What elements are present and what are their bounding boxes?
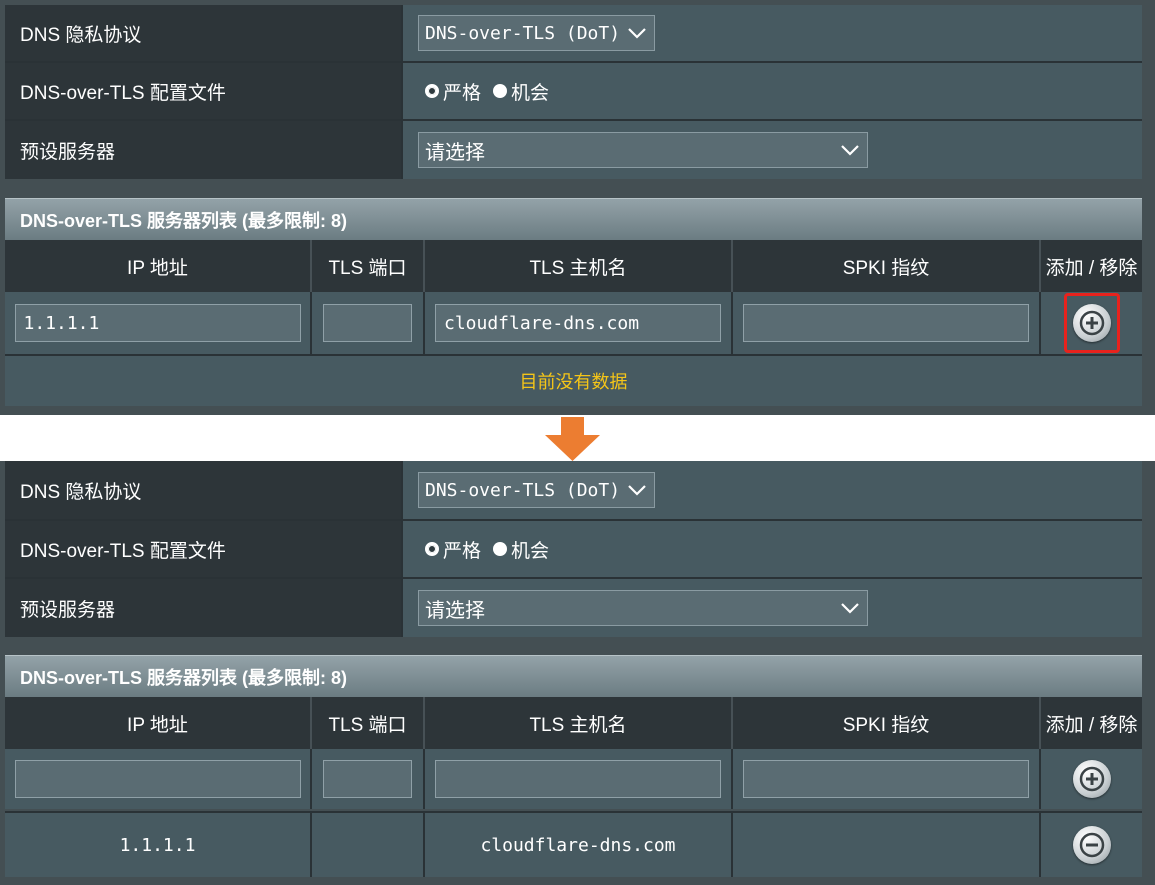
col-ip: IP 地址	[5, 240, 312, 292]
ip-input[interactable]	[14, 760, 301, 798]
dns-privacy-row: DNS 隐私协议 DNS-over-TLS (DoT)	[5, 5, 1142, 61]
no-data-message: 目前没有数据	[5, 354, 1142, 406]
preset-select[interactable]: 请选择	[418, 590, 868, 626]
port-input[interactable]	[323, 760, 412, 798]
add-circle-icon	[1079, 310, 1104, 336]
col-add-remove: 添加 / 移除	[1041, 697, 1142, 749]
profile-row: DNS-over-TLS 配置文件 严格 机会	[5, 521, 1142, 577]
spki-input[interactable]	[743, 304, 1029, 342]
server-list-title: DNS-over-TLS 服务器列表 (最多限制: 8)	[5, 198, 1142, 240]
input-row: 1.1.1.1 cloudflare-dns.com	[5, 292, 1142, 354]
row-hostname: cloudflare-dns.com	[425, 813, 733, 877]
down-arrow-icon	[545, 417, 600, 461]
col-spki: SPKI 指纹	[733, 697, 1041, 749]
col-add-remove: 添加 / 移除	[1041, 240, 1142, 292]
col-hostname: TLS 主机名	[425, 697, 733, 749]
radio-strict[interactable]: 严格	[425, 78, 481, 105]
spki-input[interactable]	[743, 760, 1029, 798]
chevron-down-icon	[841, 603, 859, 614]
radio-selected-icon	[425, 84, 439, 98]
remove-circle-icon	[1079, 832, 1104, 858]
preset-label: 预设服务器	[5, 121, 401, 179]
radio-opportunistic[interactable]: 机会	[493, 536, 549, 563]
table-header: IP 地址 TLS 端口 TLS 主机名 SPKI 指纹 添加 / 移除	[5, 240, 1142, 292]
dns-privacy-select[interactable]: DNS-over-TLS (DoT)	[418, 15, 656, 51]
radio-unselected-icon	[493, 542, 508, 556]
add-button[interactable]	[1072, 760, 1111, 798]
row-port	[312, 813, 425, 877]
dns-privacy-select[interactable]: DNS-over-TLS (DoT)	[418, 472, 656, 508]
highlight-box	[1063, 293, 1120, 353]
settings-panel-after: DNS 隐私协议 DNS-over-TLS (DoT) DNS-over-TLS…	[0, 461, 1155, 885]
preset-select[interactable]: 请选择	[418, 132, 868, 168]
ip-input[interactable]: 1.1.1.1	[14, 304, 301, 342]
server-list-title: DNS-over-TLS 服务器列表 (最多限制: 8)	[5, 655, 1142, 697]
col-port: TLS 端口	[312, 697, 425, 749]
preset-value: 请选择	[425, 141, 485, 164]
radio-selected-icon	[425, 542, 439, 556]
profile-label: DNS-over-TLS 配置文件	[5, 521, 401, 577]
radio-unselected-icon	[493, 84, 508, 98]
dns-privacy-row: DNS 隐私协议 DNS-over-TLS (DoT)	[5, 461, 1142, 519]
input-row	[5, 749, 1142, 809]
table-header: IP 地址 TLS 端口 TLS 主机名 SPKI 指纹 添加 / 移除	[5, 697, 1142, 749]
chevron-down-icon	[841, 145, 859, 156]
chevron-down-icon	[628, 28, 646, 39]
dns-privacy-value: DNS-over-TLS (DoT)	[425, 479, 621, 501]
col-port: TLS 端口	[312, 240, 425, 292]
radio-strict[interactable]: 严格	[425, 536, 481, 563]
row-ip: 1.1.1.1	[5, 813, 312, 877]
profile-row: DNS-over-TLS 配置文件 严格 机会	[5, 63, 1142, 119]
radio-opportunistic[interactable]: 机会	[493, 78, 549, 105]
remove-button[interactable]	[1072, 826, 1111, 864]
add-button[interactable]	[1072, 304, 1111, 342]
preset-row: 预设服务器 请选择	[5, 121, 1142, 179]
table-row: 1.1.1.1 cloudflare-dns.com	[5, 811, 1142, 877]
preset-label: 预设服务器	[5, 579, 401, 637]
add-circle-icon	[1079, 766, 1104, 792]
settings-panel-before: DNS 隐私协议 DNS-over-TLS (DoT) DNS-over-TLS…	[0, 0, 1155, 415]
profile-label: DNS-over-TLS 配置文件	[5, 63, 401, 119]
preset-value: 请选择	[425, 599, 485, 622]
col-ip: IP 地址	[5, 697, 312, 749]
dns-privacy-label: DNS 隐私协议	[5, 5, 401, 61]
dns-privacy-label: DNS 隐私协议	[5, 461, 401, 519]
dns-privacy-value: DNS-over-TLS (DoT)	[425, 22, 621, 44]
col-hostname: TLS 主机名	[425, 240, 733, 292]
hostname-input[interactable]	[435, 760, 721, 798]
row-spki	[733, 813, 1041, 877]
hostname-input[interactable]: cloudflare-dns.com	[435, 304, 721, 342]
preset-row: 预设服务器 请选择	[5, 579, 1142, 637]
col-spki: SPKI 指纹	[733, 240, 1041, 292]
port-input[interactable]	[323, 304, 412, 342]
chevron-down-icon	[628, 485, 646, 496]
